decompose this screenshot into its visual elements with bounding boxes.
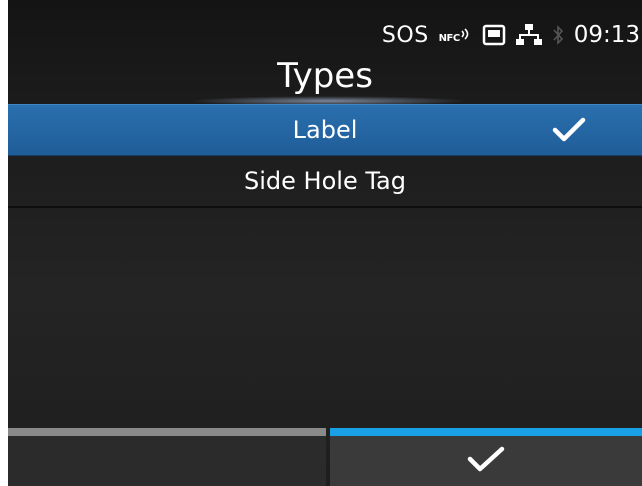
printer-screen: SOS NFC 09:13 Types Label Side Hole Tag <box>8 0 642 486</box>
page-title: Types <box>277 56 373 96</box>
softkey-left[interactable] <box>8 428 326 486</box>
nfc-label: NFC <box>438 32 461 44</box>
check-icon <box>552 117 586 149</box>
list-item-label[interactable]: Label <box>8 104 642 156</box>
list-item-label-text: Label <box>292 116 358 144</box>
list-item-side-hole-tag[interactable]: Side Hole Tag <box>8 156 642 208</box>
bluetooth-icon <box>552 24 564 46</box>
list-item-side-hole-tag-text: Side Hole Tag <box>244 167 406 195</box>
check-icon <box>466 445 506 477</box>
nfc-icon: NFC <box>439 27 472 44</box>
confirm-button[interactable] <box>330 428 642 486</box>
clock: 09:13 <box>573 22 640 48</box>
network-icon <box>515 23 542 47</box>
sos-indicator: SOS <box>381 22 429 48</box>
sd-card-icon <box>482 24 506 46</box>
status-bar: SOS NFC 09:13 <box>382 18 642 52</box>
nfc-waves-icon <box>461 28 468 40</box>
